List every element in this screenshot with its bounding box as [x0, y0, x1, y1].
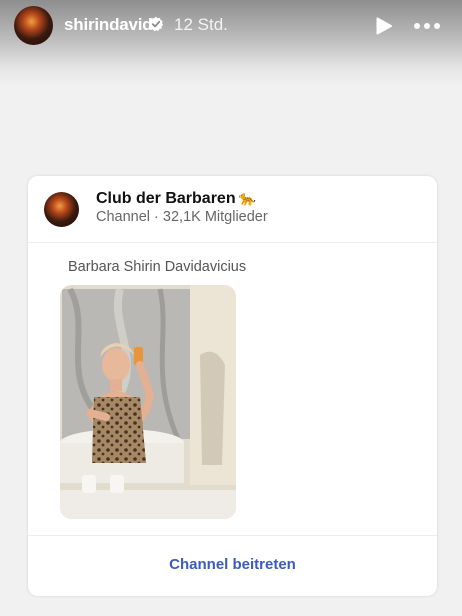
member-count: 32,1K Mitglieder — [162, 209, 268, 225]
photo-illustration — [60, 285, 236, 519]
story-header — [0, 0, 462, 86]
story-timestamp: 12 Std. — [174, 15, 228, 34]
story-username[interactable]: shirindavid — [64, 15, 153, 35]
more-options-icon[interactable] — [413, 21, 441, 31]
channel-type: Channel — [96, 209, 151, 225]
meta-separator: · — [154, 209, 163, 225]
post-author: Barbara Shirin Davidavicius — [68, 259, 247, 275]
story-avatar[interactable] — [14, 6, 53, 45]
channel-name[interactable]: Club der Barbaren 🐆 — [96, 190, 256, 208]
play-icon[interactable] — [374, 16, 394, 36]
channel-meta: Channel · 32,1K Mitglieder — [96, 209, 268, 225]
post-photo[interactable] — [60, 285, 236, 519]
channel-name-text: Club der Barbaren — [96, 190, 236, 207]
header-divider — [28, 242, 437, 243]
channel-avatar[interactable] — [44, 192, 79, 227]
verified-badge-icon — [148, 16, 164, 32]
footer-divider — [28, 535, 437, 536]
join-channel-button[interactable]: Channel beitreten — [28, 556, 437, 573]
leopard-emoji: 🐆 — [238, 190, 257, 206]
